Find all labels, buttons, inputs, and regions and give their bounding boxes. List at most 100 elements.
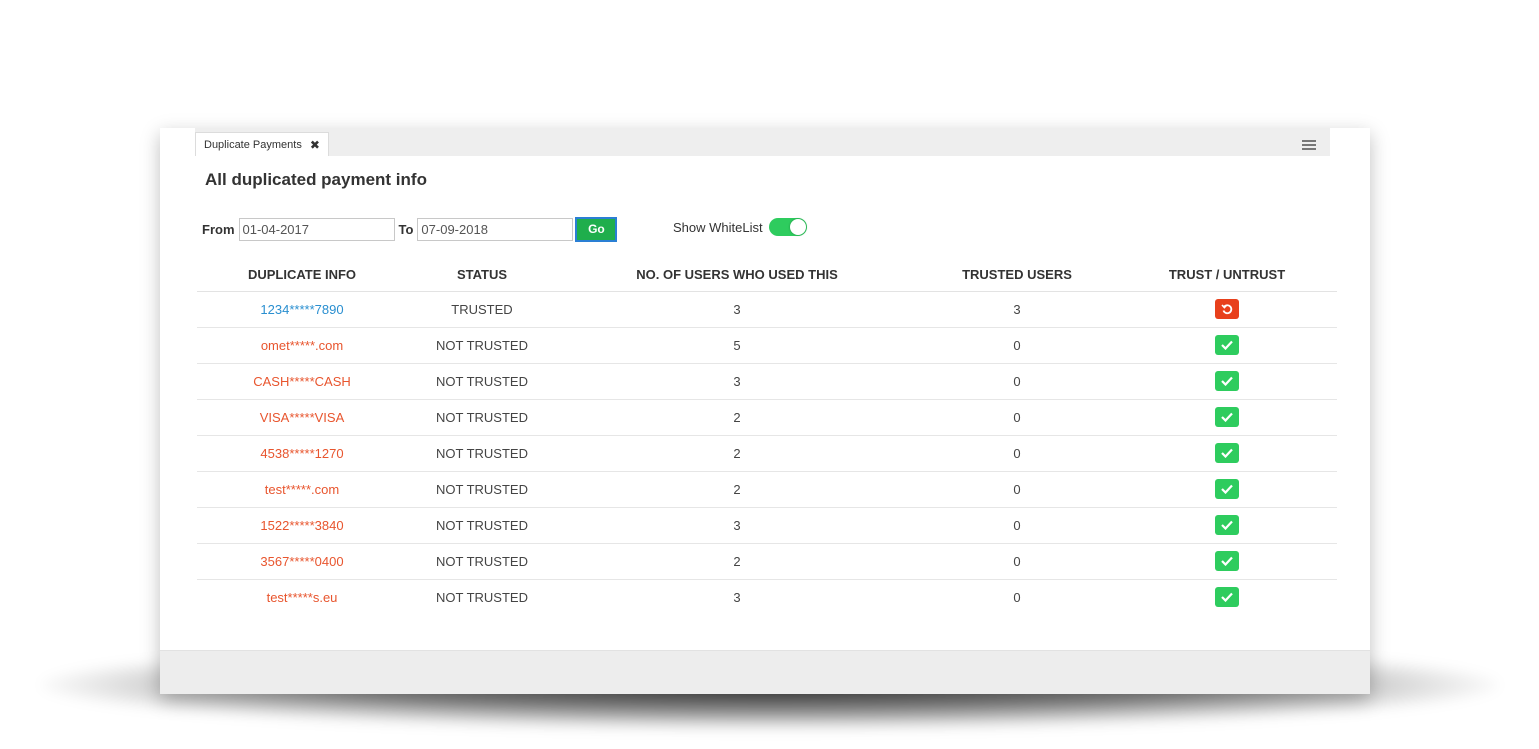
cell-status: NOT TRUSTED bbox=[407, 543, 557, 580]
header-status: STATUS bbox=[407, 258, 557, 292]
go-button[interactable]: Go bbox=[575, 216, 618, 242]
tab-bar: Duplicate Payments ✖ bbox=[195, 128, 1330, 156]
trust-button[interactable] bbox=[1215, 407, 1239, 427]
table-row: 3567*****0400 NOT TRUSTED 2 0 bbox=[197, 543, 1337, 580]
cell-status: TRUSTED bbox=[407, 291, 557, 328]
duplicate-info-link[interactable]: 1522*****3840 bbox=[260, 518, 343, 533]
cell-users-count: 5 bbox=[557, 327, 917, 364]
cell-action bbox=[1117, 507, 1337, 544]
cell-status: NOT TRUSTED bbox=[407, 471, 557, 508]
cell-trusted-users: 0 bbox=[917, 471, 1117, 508]
cell-action bbox=[1117, 543, 1337, 580]
cell-status: NOT TRUSTED bbox=[407, 363, 557, 400]
table-row: test*****s.eu NOT TRUSTED 3 0 bbox=[197, 579, 1337, 615]
to-date-input[interactable] bbox=[417, 217, 574, 241]
check-icon bbox=[1221, 556, 1233, 566]
duplicate-info-link[interactable]: omet*****.com bbox=[261, 338, 343, 353]
from-label: From bbox=[202, 221, 235, 237]
cell-trusted-users: 0 bbox=[917, 399, 1117, 436]
cell-action bbox=[1117, 327, 1337, 364]
header-trust-untrust: TRUST / UNTRUST bbox=[1117, 258, 1337, 292]
cell-duplicate-info: 1522*****3840 bbox=[197, 507, 407, 544]
cell-users-count: 2 bbox=[557, 471, 917, 508]
cell-trusted-users: 0 bbox=[917, 363, 1117, 400]
trust-button[interactable] bbox=[1215, 587, 1239, 608]
cell-trusted-users: 0 bbox=[917, 435, 1117, 472]
cell-users-count: 2 bbox=[557, 435, 917, 472]
cell-duplicate-info: 1234*****7890 bbox=[197, 291, 407, 328]
trust-button[interactable] bbox=[1215, 551, 1239, 571]
duplicate-info-link[interactable]: VISA*****VISA bbox=[260, 410, 345, 425]
check-icon bbox=[1221, 592, 1233, 603]
cell-action bbox=[1117, 579, 1337, 615]
panel-footer bbox=[160, 650, 1370, 694]
cell-action bbox=[1117, 471, 1337, 508]
check-icon bbox=[1221, 448, 1233, 458]
cell-action bbox=[1117, 363, 1337, 400]
table-row: VISA*****VISA NOT TRUSTED 2 0 bbox=[197, 399, 1337, 436]
from-date-input[interactable] bbox=[238, 217, 395, 241]
duplicate-info-link[interactable]: test*****.com bbox=[265, 482, 339, 497]
table-row: omet*****.com NOT TRUSTED 5 0 bbox=[197, 327, 1337, 364]
whitelist-filter: Show WhiteList bbox=[673, 218, 807, 236]
duplicate-info-link[interactable]: test*****s.eu bbox=[267, 590, 338, 605]
duplicate-info-link[interactable]: 3567*****0400 bbox=[260, 554, 343, 569]
cell-users-count: 3 bbox=[557, 363, 917, 400]
duplicate-payments-panel: Duplicate Payments ✖ All duplicated paym… bbox=[160, 128, 1370, 694]
to-label: To bbox=[398, 221, 414, 237]
cell-duplicate-info: omet*****.com bbox=[197, 327, 407, 364]
cell-users-count: 3 bbox=[733, 589, 741, 605]
page-title: All duplicated payment info bbox=[205, 170, 427, 189]
cell-status: NOT TRUSTED bbox=[436, 589, 528, 605]
cell-trusted-users: 3 bbox=[917, 291, 1117, 328]
cell-status: NOT TRUSTED bbox=[407, 435, 557, 472]
table-row: 1234*****7890 TRUSTED 3 3 bbox=[197, 291, 1337, 328]
cell-duplicate-info: test*****s.eu bbox=[197, 579, 407, 615]
close-icon[interactable]: ✖ bbox=[310, 138, 320, 152]
trust-button[interactable] bbox=[1215, 443, 1239, 463]
table-row: CASH*****CASH NOT TRUSTED 3 0 bbox=[197, 363, 1337, 400]
table-header-row: DUPLICATE INFO STATUS NO. OF USERS WHO U… bbox=[197, 258, 1337, 292]
check-icon bbox=[1221, 484, 1233, 494]
hamburger-menu-icon[interactable] bbox=[1302, 140, 1316, 150]
table-row: test*****.com NOT TRUSTED 2 0 bbox=[197, 471, 1337, 508]
trust-button[interactable] bbox=[1215, 479, 1239, 499]
trust-button[interactable] bbox=[1215, 335, 1239, 355]
cell-duplicate-info: VISA*****VISA bbox=[197, 399, 407, 436]
tab-label: Duplicate Payments bbox=[204, 138, 302, 151]
cell-duplicate-info: 3567*****0400 bbox=[197, 543, 407, 580]
toggle-knob bbox=[789, 219, 806, 235]
cell-action bbox=[1117, 291, 1337, 328]
duplicate-info-link[interactable]: 1234*****7890 bbox=[260, 302, 343, 317]
duplicate-info-link[interactable]: CASH*****CASH bbox=[253, 374, 351, 389]
whitelist-label: Show WhiteList bbox=[673, 219, 763, 235]
header-users-count: NO. OF USERS WHO USED THIS bbox=[557, 258, 917, 292]
cell-action bbox=[1117, 399, 1337, 436]
cell-trusted-users: 0 bbox=[917, 327, 1117, 364]
trust-button[interactable] bbox=[1215, 515, 1239, 535]
header-trusted-users: TRUSTED USERS bbox=[917, 258, 1117, 292]
duplicates-table: DUPLICATE INFO STATUS NO. OF USERS WHO U… bbox=[197, 258, 1337, 615]
check-icon bbox=[1221, 376, 1233, 386]
whitelist-toggle[interactable] bbox=[768, 218, 807, 236]
cell-users-count: 2 bbox=[557, 543, 917, 580]
cell-status: NOT TRUSTED bbox=[407, 399, 557, 436]
undo-icon bbox=[1221, 303, 1233, 315]
table-row: 4538*****1270 NOT TRUSTED 2 0 bbox=[197, 435, 1337, 472]
cell-duplicate-info: test*****.com bbox=[197, 471, 407, 508]
cell-users-count: 3 bbox=[557, 507, 917, 544]
trust-button[interactable] bbox=[1215, 371, 1239, 391]
duplicate-info-link[interactable]: 4538*****1270 bbox=[260, 446, 343, 461]
tab-duplicate-payments[interactable]: Duplicate Payments ✖ bbox=[195, 132, 329, 156]
check-icon bbox=[1221, 520, 1233, 530]
date-filter: From To Go bbox=[202, 216, 618, 242]
cell-action bbox=[1117, 435, 1337, 472]
check-icon bbox=[1221, 412, 1233, 422]
cell-status: NOT TRUSTED bbox=[407, 507, 557, 544]
cell-trusted-users: 0 bbox=[1013, 589, 1021, 605]
cell-users-count: 2 bbox=[557, 399, 917, 436]
table-body: 1234*****7890 TRUSTED 3 3 omet*****.com NOT T… bbox=[197, 291, 1337, 615]
check-icon bbox=[1221, 340, 1233, 350]
cell-duplicate-info: CASH*****CASH bbox=[197, 363, 407, 400]
untrust-button[interactable] bbox=[1215, 299, 1239, 319]
